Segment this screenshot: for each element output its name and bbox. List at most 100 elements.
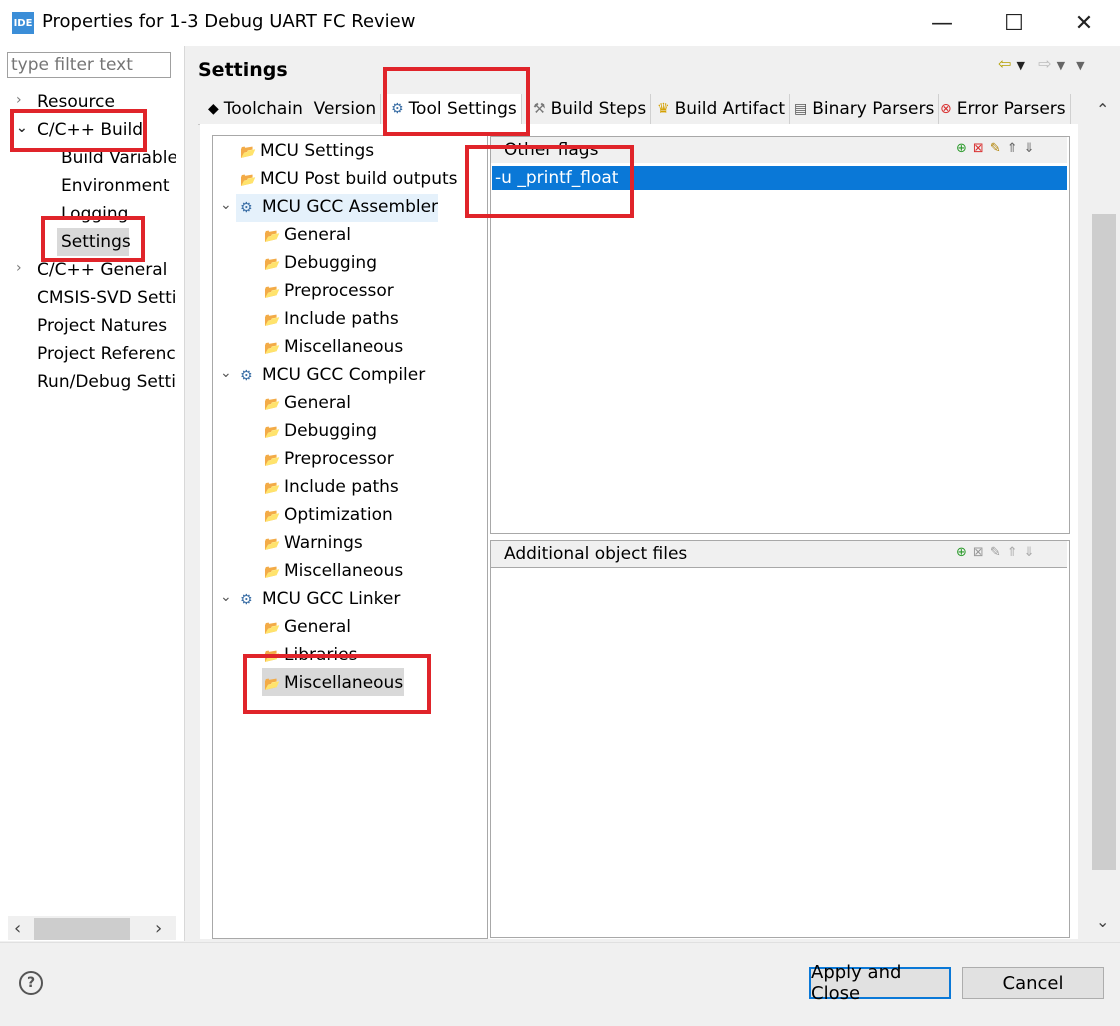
collapse-chevron-icon[interactable]: ⌄ [220, 365, 232, 381]
tree-label: Miscellaneous [284, 561, 404, 581]
tab-error-parsers[interactable]: ⊗ Error Parsers [936, 94, 1071, 124]
tree-label: Miscellaneous [284, 337, 404, 357]
edit-icon[interactable]: ✎ [990, 141, 1007, 156]
view-menu-icon[interactable]: ▼ [1076, 59, 1084, 72]
tree-item-project-natures[interactable]: Project Natures [37, 315, 167, 337]
filter-input[interactable] [7, 52, 171, 78]
close-button[interactable]: ✕ [1060, 8, 1108, 38]
tree-item-warnings[interactable]: 📂 Warnings [264, 532, 363, 556]
tool-tree-items: 📂 MCU Settings 📂 MCU Post build outputs ⌄ … [212, 135, 488, 935]
tab-bar: ◆ Toolchain Version ⚙ Tool Settings ⚒ Bu… [198, 94, 1078, 125]
tree-item-general[interactable]: 📂 General [264, 392, 351, 416]
tree-item-miscellaneous[interactable]: 📂 Miscellaneous [264, 336, 403, 360]
folder-icon: 📂 [264, 229, 281, 244]
expand-chevron-icon[interactable]: › [16, 92, 22, 108]
scrollbar-thumb[interactable] [1092, 214, 1116, 870]
scroll-down-arrow-icon[interactable]: ⌄ [1096, 912, 1109, 931]
minimize-button[interactable]: — [918, 8, 966, 38]
move-down-icon[interactable]: ⇓ [1024, 141, 1041, 156]
move-up-icon[interactable]: ⇑ [1007, 141, 1024, 156]
delete-icon[interactable]: ⊠ [973, 141, 990, 156]
apply-and-close-button[interactable]: Apply and Close [809, 962, 951, 1004]
tree-item-project-references[interactable]: Project References [37, 343, 176, 365]
scroll-up-arrow-icon[interactable]: ⌃ [1096, 100, 1109, 119]
folder-icon: 📂 [264, 285, 281, 300]
window-title: Properties for 1-3 Debug UART FC Review [42, 11, 416, 32]
chip-icon: ◆ [208, 101, 219, 117]
add-icon[interactable]: ⊕ [956, 545, 973, 560]
back-arrow-icon[interactable]: ⇦ [998, 54, 1011, 73]
tab-label: Toolchain Version [223, 99, 377, 119]
tree-label: Include paths [284, 477, 399, 497]
tab-binary-parsers[interactable]: ▤ Binary Parsers [790, 94, 940, 124]
additional-object-files-label: Additional object files [504, 544, 688, 564]
forward-dropdown-icon[interactable]: ▼ [1057, 59, 1065, 72]
folder-icon: 📂 [240, 173, 257, 188]
folder-icon: 📂 [264, 509, 281, 524]
folder-icon: 📂 [264, 621, 281, 636]
folder-icon: 📂 [240, 145, 257, 160]
expand-chevron-icon[interactable]: › [16, 260, 22, 276]
tree-label: Preprocessor [284, 281, 394, 301]
tree-item-run-debug-settings[interactable]: Run/Debug Settings [37, 371, 176, 393]
add-icon[interactable]: ⊕ [956, 141, 973, 156]
tree-item-mcu-settings[interactable]: 📂 MCU Settings [240, 140, 374, 164]
tree-item-debugging[interactable]: 📂 Debugging [264, 420, 377, 444]
collapse-chevron-icon[interactable]: ⌄ [220, 197, 232, 213]
scroll-right-arrow-icon[interactable]: › [155, 918, 162, 939]
binary-file-icon: ▤ [794, 101, 808, 117]
folder-icon: 📂 [264, 453, 281, 468]
scrollbar-thumb[interactable] [34, 918, 130, 940]
scroll-left-arrow-icon[interactable]: ‹ [14, 918, 21, 939]
folder-icon: 📂 [264, 397, 281, 412]
maximize-button[interactable]: ☐ [990, 8, 1038, 38]
tree-label: General [284, 225, 351, 245]
delete-icon[interactable]: ⊠ [973, 545, 990, 560]
tree-label: Debugging [284, 421, 377, 441]
tree-label: Include paths [284, 309, 399, 329]
tree-item-mcu-post-build-outputs[interactable]: 📂 MCU Post build outputs [240, 168, 458, 192]
tree-label: MCU Settings [260, 141, 375, 161]
tree-item-mcu-gcc-assembler[interactable]: ⚙ MCU GCC Assembler [240, 196, 438, 219]
tree-label: Debugging [284, 253, 377, 273]
tree-label: MCU GCC Linker [262, 589, 401, 609]
help-icon[interactable]: ? [19, 971, 43, 995]
additional-object-files-list [490, 540, 1070, 938]
tree-item-general[interactable]: 📂 General [264, 616, 351, 640]
tab-build-artifact[interactable]: ♛ Build Artifact [653, 94, 791, 124]
trophy-icon: ♛ [657, 101, 670, 117]
tab-label: Build Steps [550, 99, 647, 119]
tree-item-mcu-gcc-linker[interactable]: ⚙ MCU GCC Linker [240, 588, 400, 611]
gear-icon: ⚙ [240, 200, 253, 216]
folder-icon: 📂 [264, 481, 281, 496]
list-toolbar: ⊕⊠✎⇑⇓ [956, 545, 1041, 560]
annotation-highlight-box [10, 109, 147, 152]
tree-item-include-paths[interactable]: 📂 Include paths [264, 476, 399, 500]
page-title: Settings [198, 59, 288, 81]
tree-item-general[interactable]: 📂 General [264, 224, 351, 248]
tab-build-steps[interactable]: ⚒ Build Steps [529, 94, 652, 124]
cancel-button[interactable]: Cancel [962, 967, 1104, 999]
move-up-icon[interactable]: ⇑ [1007, 545, 1024, 560]
collapse-chevron-icon[interactable]: ⌄ [220, 589, 232, 605]
gear-icon: ⚙ [240, 592, 253, 608]
annotation-highlight-box [383, 67, 530, 136]
tree-item-mcu-gcc-compiler[interactable]: ⚙ MCU GCC Compiler [240, 364, 425, 387]
edit-icon[interactable]: ✎ [990, 545, 1007, 560]
move-down-icon[interactable]: ⇓ [1024, 545, 1041, 560]
button-bar [0, 942, 1120, 1026]
forward-arrow-icon[interactable]: ⇨ [1038, 54, 1051, 73]
tree-item-environment[interactable]: Environment [61, 175, 170, 197]
annotation-highlight-box [41, 216, 145, 262]
tree-item-cmsis-svd-settings[interactable]: CMSIS-SVD Settings [37, 287, 176, 309]
folder-icon: 📂 [264, 257, 281, 272]
tree-item-miscellaneous[interactable]: 📂 Miscellaneous [264, 560, 403, 584]
tree-item-optimization[interactable]: 📂 Optimization [264, 504, 393, 528]
tree-item-debugging[interactable]: 📂 Debugging [264, 252, 377, 276]
tree-item-cpp-general[interactable]: C/C++ General [37, 259, 167, 281]
tab-toolchain-version[interactable]: ◆ Toolchain Version [204, 94, 382, 124]
back-dropdown-icon[interactable]: ▼ [1017, 59, 1025, 72]
tree-item-preprocessor[interactable]: 📂 Preprocessor [264, 280, 394, 304]
tree-item-preprocessor[interactable]: 📂 Preprocessor [264, 448, 394, 472]
tree-item-include-paths[interactable]: 📂 Include paths [264, 308, 399, 332]
